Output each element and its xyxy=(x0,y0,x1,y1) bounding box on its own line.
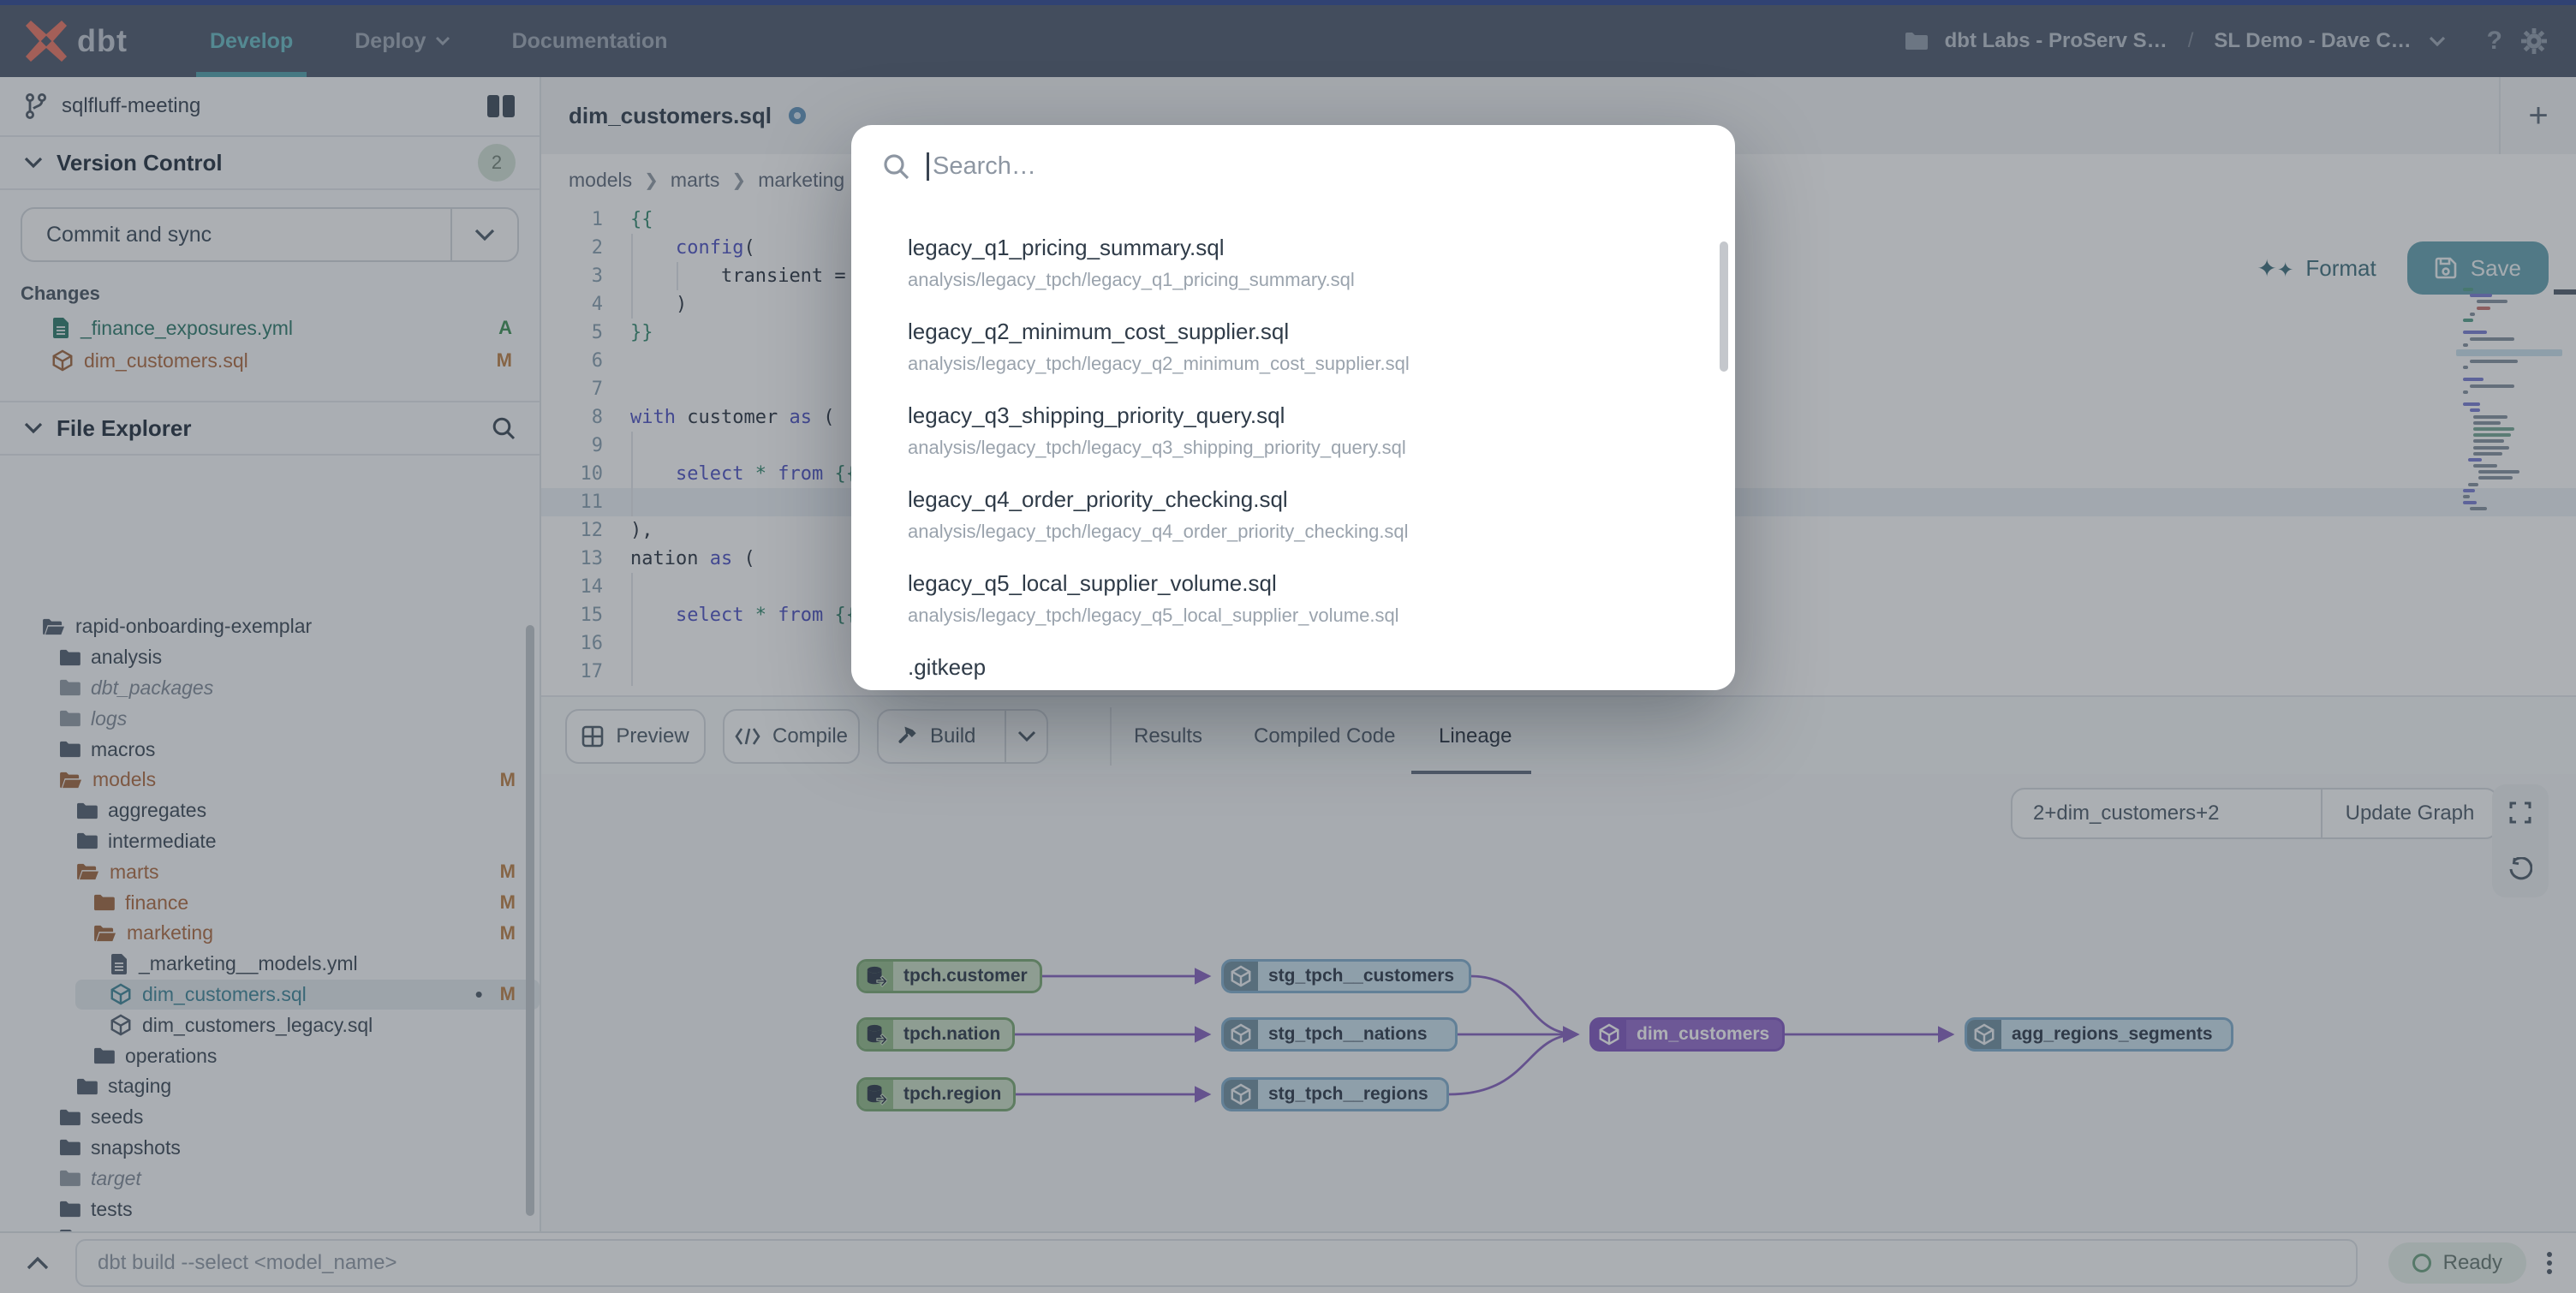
result-path: analysis/legacy_tpch/legacy_q2_minimum_c… xyxy=(908,353,1410,374)
search-result-item[interactable]: legacy_q1_pricing_summary.sql analysis/le… xyxy=(851,221,1735,305)
result-path: analysis/legacy_tpch/legacy_q1_pricing_s… xyxy=(908,269,1355,290)
search-results-list: legacy_q1_pricing_summary.sql analysis/le… xyxy=(851,221,1735,690)
result-path: analysis/legacy_tpch/legacy_q4_order_pri… xyxy=(908,521,1409,542)
search-result-item[interactable]: legacy_q3_shipping_priority_query.sqlana… xyxy=(851,389,1735,473)
search-result-item[interactable]: legacy_q4_order_priority_checking.sqlana… xyxy=(851,473,1735,557)
search-result-item[interactable]: legacy_q5_local_supplier_volume.sqlanaly… xyxy=(851,557,1735,641)
modal-search-row[interactable]: Search… xyxy=(851,125,1735,207)
modal-scrollbar[interactable] xyxy=(1720,241,1728,372)
search-result-item[interactable]: .gitkeep xyxy=(851,641,1735,690)
search-icon xyxy=(884,154,909,180)
file-search-modal: Search… legacy_q1_pricing_summary.sqlana… xyxy=(851,125,1735,690)
result-title: legacy_q4_order_priority_checking.sql xyxy=(908,486,1288,512)
search-input[interactable]: Search… xyxy=(927,152,1036,181)
result-title: legacy_q5_local_supplier_volume.sql xyxy=(908,570,1277,596)
dbt-cloud-ide: dbt Develop Deploy Documentation dbt Labs … xyxy=(0,0,2576,1293)
result-title: legacy_q3_shipping_priority_query.sql xyxy=(908,402,1285,428)
result-title: legacy_q2_minimum_cost_supplier.sql xyxy=(908,319,1290,344)
result-path: analysis/legacy_tpch/legacy_q5_local_sup… xyxy=(908,605,1399,626)
result-title: legacy_q1_pricing_summary.sql xyxy=(908,235,1225,260)
result-path: analysis/legacy_tpch/legacy_q3_shipping_… xyxy=(908,437,1406,458)
result-title: .gitkeep xyxy=(908,654,987,680)
search-result-item[interactable]: legacy_q2_minimum_cost_supplier.sqlanaly… xyxy=(851,305,1735,389)
